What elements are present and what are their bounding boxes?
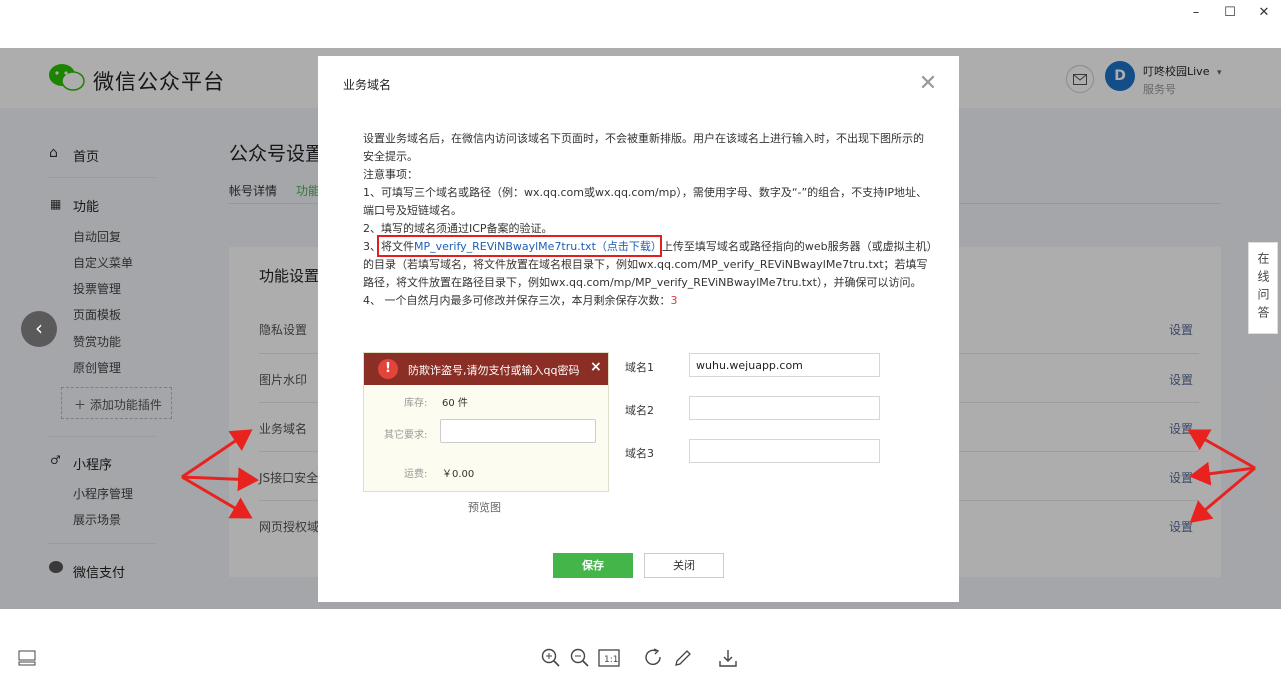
domain-3-label: 域名3 [625,447,654,460]
note-1: 1、可填写三个域名或路径（例：wx.qq.com或wx.qq.com/mp），需… [363,186,928,217]
other-requirements-input [440,419,596,443]
note-4: 4、 一个自然月内最多可修改并保存三次，本月剩余保存次数：3 [363,292,933,310]
download-icon[interactable] [717,647,739,669]
remaining-save-count: 3 [670,294,678,307]
rotate-icon[interactable] [643,647,665,669]
dialog-notes: 设置业务域名后，在微信内访问该域名下页面时，不会被重新排版。用户在该域名上进行输… [363,130,933,310]
close-button[interactable]: 关闭 [644,553,724,578]
domain-2-label: 域名2 [625,404,654,417]
zoom-in-icon[interactable] [540,647,562,669]
viewer-toolbar [0,609,1281,691]
save-button[interactable]: 保存 [553,553,633,578]
close-icon: × [590,359,602,375]
note-4-text: 4、 一个自然月内最多可修改并保存三次，本月剩余保存次数： [363,294,671,307]
thumbnail-icon[interactable] [16,647,38,669]
domain-2-input[interactable] [689,396,880,420]
warning-text: 防欺诈盗号,请勿支付或输入qq密码 [408,364,580,377]
domain-1-label: 域名1 [625,361,654,374]
business-domain-dialog: 业务域名 ✕ 设置业务域名后，在微信内访问该域名下页面时，不会被重新排版。用户在… [318,56,959,602]
domain-3-input[interactable] [689,439,880,463]
close-window-button[interactable]: ✕ [1247,4,1281,22]
online-qa-tab[interactable]: 在线问答 [1248,242,1278,334]
svg-text:1:1: 1:1 [604,655,618,665]
notes-heading: 注意事项： [363,168,418,181]
download-link-highlight [377,235,662,257]
stock-label: 库存: [404,398,428,409]
dialog-title: 业务域名 [343,78,392,92]
minimize-button[interactable]: – [1179,4,1213,22]
security-warning-bar: ! 防欺诈盗号,请勿支付或输入qq密码 × [364,353,608,385]
preview-image: ! 防欺诈盗号,请勿支付或输入qq密码 × 库存: 60 件 其它要求: 运费:… [363,352,609,492]
previous-image-button[interactable]: ‹ [21,311,57,347]
stock-value: 60 件 [442,398,468,409]
freight-value: ￥0.00 [442,469,475,480]
domain-1-input[interactable] [689,353,880,377]
edit-pencil-icon[interactable] [672,647,694,669]
zoom-out-icon[interactable] [569,647,591,669]
preview-caption: 预览图 [468,501,501,514]
actual-size-icon[interactable]: 1:1 [598,647,620,669]
other-requirements-label: 其它要求: [384,430,428,441]
close-icon[interactable]: ✕ [916,72,940,96]
freight-label: 运费: [404,469,428,480]
viewer-titlebar: – ☐ ✕ [0,0,1281,48]
intro-text: 设置业务域名后，在微信内访问该域名下页面时，不会被重新排版。用户在该域名上进行输… [363,132,924,163]
exclamation-icon: ! [378,359,398,379]
maximize-button[interactable]: ☐ [1213,4,1247,22]
